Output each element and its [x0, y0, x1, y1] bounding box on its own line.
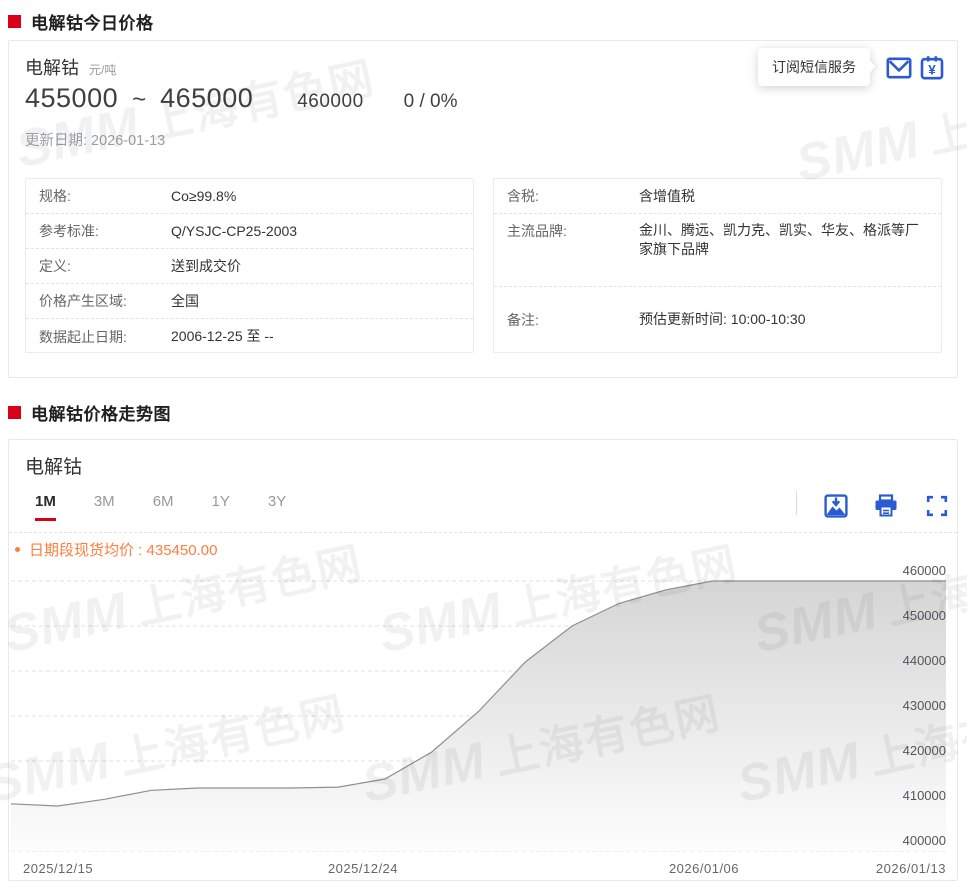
red-square-icon: [8, 406, 21, 419]
tabs-separator: [9, 532, 957, 533]
price-average: 460000: [297, 91, 363, 113]
x-axis-label: 2026/01/13: [876, 861, 946, 876]
x-axis-label: 2025/12/24: [328, 861, 398, 876]
spec-label: 价格产生区域:: [39, 291, 171, 311]
chart-card: 电解钴 1M3M6M1Y3Y 日期段现货均价 : 435450.00: [8, 439, 958, 881]
spec-row: 定义:送到成交价: [26, 249, 473, 284]
spec-value: 2006-12-25 至 --: [171, 327, 274, 346]
y-axis-label: 420000: [903, 743, 946, 758]
tab-6m[interactable]: 6M: [153, 493, 174, 521]
spec-row: 数据起止日期:2006-12-25 至 --: [26, 319, 473, 354]
update-date-row: 更新日期:2026-01-13: [25, 129, 169, 150]
spec-row: 含税:含增值税: [494, 179, 941, 214]
y-axis-label: 410000: [903, 788, 946, 803]
y-axis-label: 450000: [903, 608, 946, 623]
price-tilde: ~: [132, 86, 146, 114]
product-unit: 元/吨: [89, 61, 116, 78]
spec-label: 定义:: [39, 256, 171, 276]
spec-label: 参考标准:: [39, 221, 171, 241]
subscribe-sms-tooltip[interactable]: 订阅短信服务: [758, 48, 870, 86]
y-axis-label: 440000: [903, 653, 946, 668]
section-header-today-price: 电解钴今日价格: [8, 9, 154, 34]
legend-dot-icon: [15, 547, 20, 552]
spec-row: 备注:预估更新时间: 10:00-10:30: [494, 287, 941, 352]
spec-label: 数据起止日期:: [39, 327, 171, 347]
svg-text:¥: ¥: [928, 63, 936, 78]
spec-row: 参考标准:Q/YSJC-CP25-2003: [26, 214, 473, 249]
y-axis-label: 460000: [903, 563, 946, 578]
price-row: 455000 ~ 465000 460000 0 / 0%: [25, 83, 458, 114]
x-axis-label: 2025/12/15: [23, 861, 93, 876]
spec-value: 金川、腾远、凯力克、凯实、华友、格派等厂家旗下品牌: [639, 221, 928, 259]
price-card: 电解钴 元/吨 455000 ~ 465000 460000 0 / 0% 更新…: [8, 40, 958, 378]
price-trend-chart[interactable]: 460000 450000 440000 430000 420000 410000 4000…: [10, 556, 958, 882]
y-axis-label: 400000: [903, 833, 946, 848]
toolbar-divider: [796, 491, 797, 515]
price-bill-icon[interactable]: ¥: [918, 54, 946, 82]
tab-1y[interactable]: 1Y: [212, 493, 230, 521]
section-title: 电解钴价格走势图: [31, 400, 171, 425]
spec-value: 预估更新时间: 10:00-10:30: [639, 310, 806, 329]
spec-label: 规格:: [39, 186, 171, 206]
spec-label: 含税:: [507, 186, 639, 206]
spec-value: Q/YSJC-CP25-2003: [171, 222, 297, 241]
spec-value: 全国: [171, 292, 199, 311]
tab-3y[interactable]: 3Y: [268, 493, 286, 521]
x-axis-label: 2026/01/06: [669, 861, 739, 876]
subscribe-sms-label: 订阅短信服务: [772, 59, 856, 75]
tooltip-arrow: [863, 60, 876, 73]
update-date-label: 更新日期:: [25, 133, 87, 149]
print-icon[interactable]: [873, 494, 899, 518]
tab-3m[interactable]: 3M: [94, 493, 115, 521]
spec-value: 含增值税: [639, 187, 695, 206]
spec-value: Co≥99.8%: [171, 187, 236, 206]
spec-row: 主流品牌:金川、腾远、凯力克、凯实、华友、格派等厂家旗下品牌: [494, 214, 941, 287]
y-axis-label: 430000: [903, 698, 946, 713]
product-row: 电解钴 元/吨: [25, 54, 116, 80]
price-change: 0 / 0%: [404, 91, 458, 113]
smm-price-page: { "colors": { "accent_red": "#d9001b", "…: [0, 0, 967, 888]
price-high: 465000: [160, 83, 253, 114]
fullscreen-icon[interactable]: [925, 494, 949, 518]
spec-table-left: 规格:Co≥99.8%参考标准:Q/YSJC-CP25-2003定义:送到成交价…: [25, 178, 474, 353]
spec-table-right: 含税:含增值税主流品牌:金川、腾远、凯力克、凯实、华友、格派等厂家旗下品牌备注:…: [493, 178, 942, 353]
section-title: 电解钴今日价格: [31, 9, 154, 34]
save-image-icon[interactable]: [824, 494, 848, 518]
spec-row: 价格产生区域:全国: [26, 284, 473, 319]
spec-value: 送到成交价: [171, 257, 241, 276]
section-header-trend-chart: 电解钴价格走势图: [8, 400, 171, 425]
product-name: 电解钴: [25, 54, 79, 80]
mail-icon[interactable]: [885, 54, 913, 82]
tab-1m[interactable]: 1M: [35, 493, 56, 521]
spec-row: 规格:Co≥99.8%: [26, 179, 473, 214]
price-low: 455000: [25, 83, 118, 114]
spec-label: 主流品牌:: [507, 221, 639, 241]
range-tabs: 1M 3M 6M 1Y 3Y: [35, 493, 286, 521]
update-date-value: 2026-01-13: [91, 133, 165, 149]
spec-label: 备注:: [507, 310, 639, 330]
chart-title: 电解钴: [25, 452, 82, 479]
red-square-icon: [8, 15, 21, 28]
